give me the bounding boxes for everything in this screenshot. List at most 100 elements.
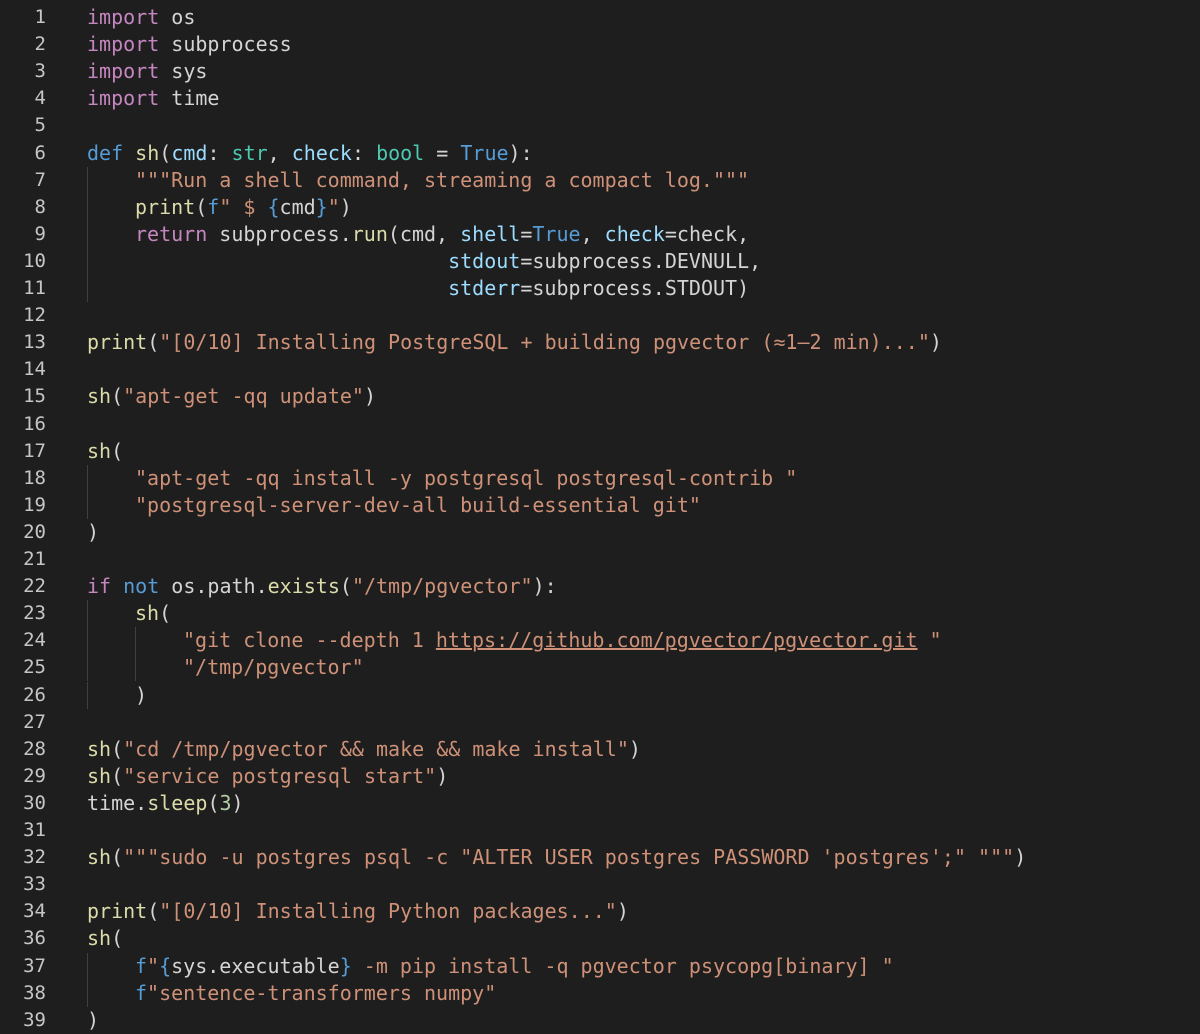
code-line[interactable]: 10 stdout=subprocess.DEVNULL, <box>0 247 1200 275</box>
code-line[interactable]: 30 time.sleep(3) <box>0 790 1200 817</box>
code-line[interactable]: 21 <box>0 546 1200 573</box>
code-token: -m pip install -q pgvector psycopg[binar… <box>351 953 894 978</box>
code-token: time. <box>87 790 148 815</box>
code-line[interactable]: 34 print("[0/10] Installing Python packag… <box>0 898 1200 925</box>
indent-guide <box>87 600 88 628</box>
code-token: , <box>580 221 605 246</box>
indent-guide <box>135 654 136 682</box>
code-line[interactable]: 38 f"sentence-transformers numpy" <box>0 979 1200 1007</box>
line-number: 1 <box>34 6 46 28</box>
code-line[interactable]: 13 print("[0/10] Installing PostgreSQL + … <box>0 329 1200 356</box>
code-line[interactable]: 14 <box>0 356 1200 383</box>
code-line[interactable]: 18 "apt-get -qq install -y postgresql pos… <box>0 464 1200 492</box>
code-line[interactable]: 5 <box>0 112 1200 139</box>
indent-guide <box>87 247 88 275</box>
code-token: ( <box>111 384 124 409</box>
code-line[interactable]: 11 stderr=subprocess.STDOUT) <box>0 275 1200 302</box>
code-token: sh <box>87 384 112 409</box>
code-line[interactable]: 3 import sys <box>0 58 1200 85</box>
code-line[interactable]: 17 sh( <box>0 438 1200 465</box>
code-line[interactable]: 39) <box>0 1007 1200 1034</box>
code-token: ( <box>339 574 352 599</box>
code-line[interactable]: 19 "postgresql-server-dev-all build-essen… <box>0 491 1200 519</box>
code-token: { <box>267 194 280 219</box>
line-number: 28 <box>23 737 46 760</box>
code-token: "apt-get -qq update" <box>123 384 364 409</box>
code-token: f <box>135 953 148 978</box>
code-token: sh <box>87 763 112 788</box>
code-line[interactable]: 27 <box>0 709 1200 736</box>
code-token: subprocess <box>159 32 292 57</box>
code-token: run <box>351 221 388 246</box>
indent-guide <box>87 166 88 194</box>
code-line[interactable]: 24 "git clone --depth 1 https://github.co… <box>0 627 1200 655</box>
code-text: f"{sys.executable} -m pip install -q pgv… <box>135 953 894 980</box>
code-line[interactable]: 33 <box>0 871 1200 898</box>
code-token: =subprocess.DEVNULL, <box>520 248 762 273</box>
code-token: print <box>135 194 196 219</box>
indent-guide <box>87 952 88 980</box>
line-number: 27 <box>23 710 46 733</box>
line-number: 34 <box>23 900 46 923</box>
code-line[interactable]: 4 import time <box>0 85 1200 112</box>
indent-guide <box>87 681 88 709</box>
code-token: 3 <box>219 790 232 815</box>
code-token: ) <box>87 519 100 544</box>
code-line[interactable]: 31 <box>0 817 1200 844</box>
code-line[interactable]: 16 <box>0 411 1200 438</box>
code-token: : <box>207 140 232 165</box>
line-number: 21 <box>23 548 46 570</box>
code-line[interactable]: 36 sh( <box>0 925 1200 952</box>
code-line[interactable]: 7 """Run a shell command, streaming a com… <box>0 166 1200 194</box>
code-token: "apt-get -qq install -y postgresql postg… <box>135 465 798 490</box>
code-line[interactable]: 12 <box>0 302 1200 329</box>
code-token: ( <box>111 763 124 788</box>
code-token: not <box>123 574 160 599</box>
code-line[interactable]: 2 import subprocess <box>0 31 1200 58</box>
line-number: 8 <box>34 195 46 218</box>
code-line[interactable]: 37 f"{sys.executable} -m pip install -q p… <box>0 952 1200 980</box>
code-editor[interactable]: 1 import os 2 import subprocess 3 import sys 4… <box>0 0 1200 1032</box>
code-token: ( <box>147 899 160 924</box>
code-token: exists <box>267 574 340 599</box>
code-line[interactable]: 29 sh("service postgresql start") <box>0 763 1200 790</box>
code-line[interactable]: 6 def sh(cmd: str, check: bool = True): <box>0 140 1200 167</box>
code-text: sh( <box>87 438 123 465</box>
code-token: if <box>87 574 112 599</box>
code-token: sys <box>159 59 208 84</box>
code-token[interactable]: https://github.com/pgvector/pgvector.git <box>436 628 918 652</box>
code-line[interactable]: 20) <box>0 519 1200 546</box>
code-line[interactable]: 25 "/tmp/pgvector" <box>0 654 1200 682</box>
line-number: 31 <box>23 819 46 841</box>
line-number: 9 <box>34 222 46 245</box>
line-number: 24 <box>23 629 46 652</box>
code-token: ) <box>363 384 377 409</box>
code-token: os.path. <box>159 574 268 599</box>
code-token: ( <box>195 194 208 219</box>
code-token: "cd /tmp/pgvector && make && make instal… <box>123 736 629 761</box>
code-token: " <box>327 194 340 219</box>
code-token: } <box>339 953 352 978</box>
code-text: ) <box>87 519 99 546</box>
code-text: "postgresql-server-dev-all build-essenti… <box>135 492 701 519</box>
code-line[interactable]: 8 print(f" $ {cmd}") <box>0 193 1200 221</box>
code-line[interactable]: 15 sh("apt-get -qq update") <box>0 383 1200 410</box>
code-token: os <box>159 5 196 29</box>
code-token: ) <box>1014 845 1027 870</box>
code-line[interactable]: 23 sh( <box>0 600 1200 628</box>
code-token: cmd <box>279 194 316 219</box>
code-token: sh <box>135 601 160 626</box>
code-line[interactable]: 32 sh("""sudo -u postgres psql -c "ALTER … <box>0 844 1200 871</box>
code-line[interactable]: 9 return subprocess.run(cmd, shell=True, … <box>0 220 1200 248</box>
code-token: ( <box>159 601 172 626</box>
code-line[interactable]: 28 sh("cd /tmp/pgvector && make && make i… <box>0 736 1200 763</box>
code-line[interactable]: 1 import os <box>0 4 1200 31</box>
code-line[interactable]: 26) <box>0 681 1200 709</box>
code-token: " $ <box>219 194 268 219</box>
code-line[interactable]: 22 if not os.path.exists("/tmp/pgvector")… <box>0 573 1200 600</box>
code-token: True <box>532 221 581 246</box>
line-number: 26 <box>23 683 46 706</box>
code-text: sh( <box>87 925 123 952</box>
